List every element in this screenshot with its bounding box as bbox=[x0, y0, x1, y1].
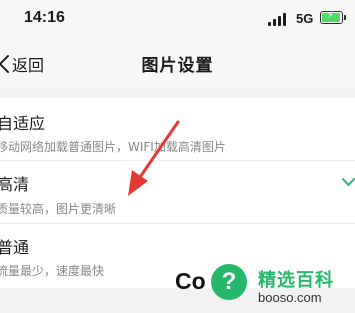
option-title: 普通 bbox=[0, 238, 30, 257]
watermark-partial-text: Co bbox=[175, 268, 206, 294]
option-description: 流量最少，速度最快 bbox=[0, 264, 105, 278]
image-quality-options: 自适应 移动网络加载普通图片，WIFI加载高清图片 高清 质量较高，图片更清晰 … bbox=[0, 98, 355, 288]
watermark-site-name: 精选百科 bbox=[258, 270, 334, 291]
network-type: 5G bbox=[296, 11, 314, 26]
option-title: 自适应 bbox=[0, 114, 46, 133]
page-title: 图片设置 bbox=[141, 56, 214, 76]
checkmark-icon bbox=[342, 178, 355, 186]
battery-charging-icon: ⚡ bbox=[320, 10, 346, 24]
nav-bar: 返回 图片设置 bbox=[0, 38, 355, 88]
question-mark-logo-icon: ? bbox=[211, 264, 247, 300]
option-description: 移动网络加载普通图片，WIFI加载高清图片 bbox=[0, 140, 226, 154]
cellular-signal-icon bbox=[268, 12, 288, 26]
status-bar: 14:16 5G ⚡ bbox=[0, 0, 355, 38]
option-title: 高清 bbox=[0, 175, 30, 194]
watermark-domain: booso.com bbox=[258, 290, 322, 305]
status-time: 14:16 bbox=[24, 9, 65, 26]
option-description: 质量较高，图片更清晰 bbox=[0, 202, 117, 216]
option-adaptive[interactable]: 自适应 移动网络加载普通图片，WIFI加载高清图片 bbox=[0, 98, 355, 160]
option-hd[interactable]: 高清 质量较高，图片更清晰 bbox=[0, 161, 355, 223]
